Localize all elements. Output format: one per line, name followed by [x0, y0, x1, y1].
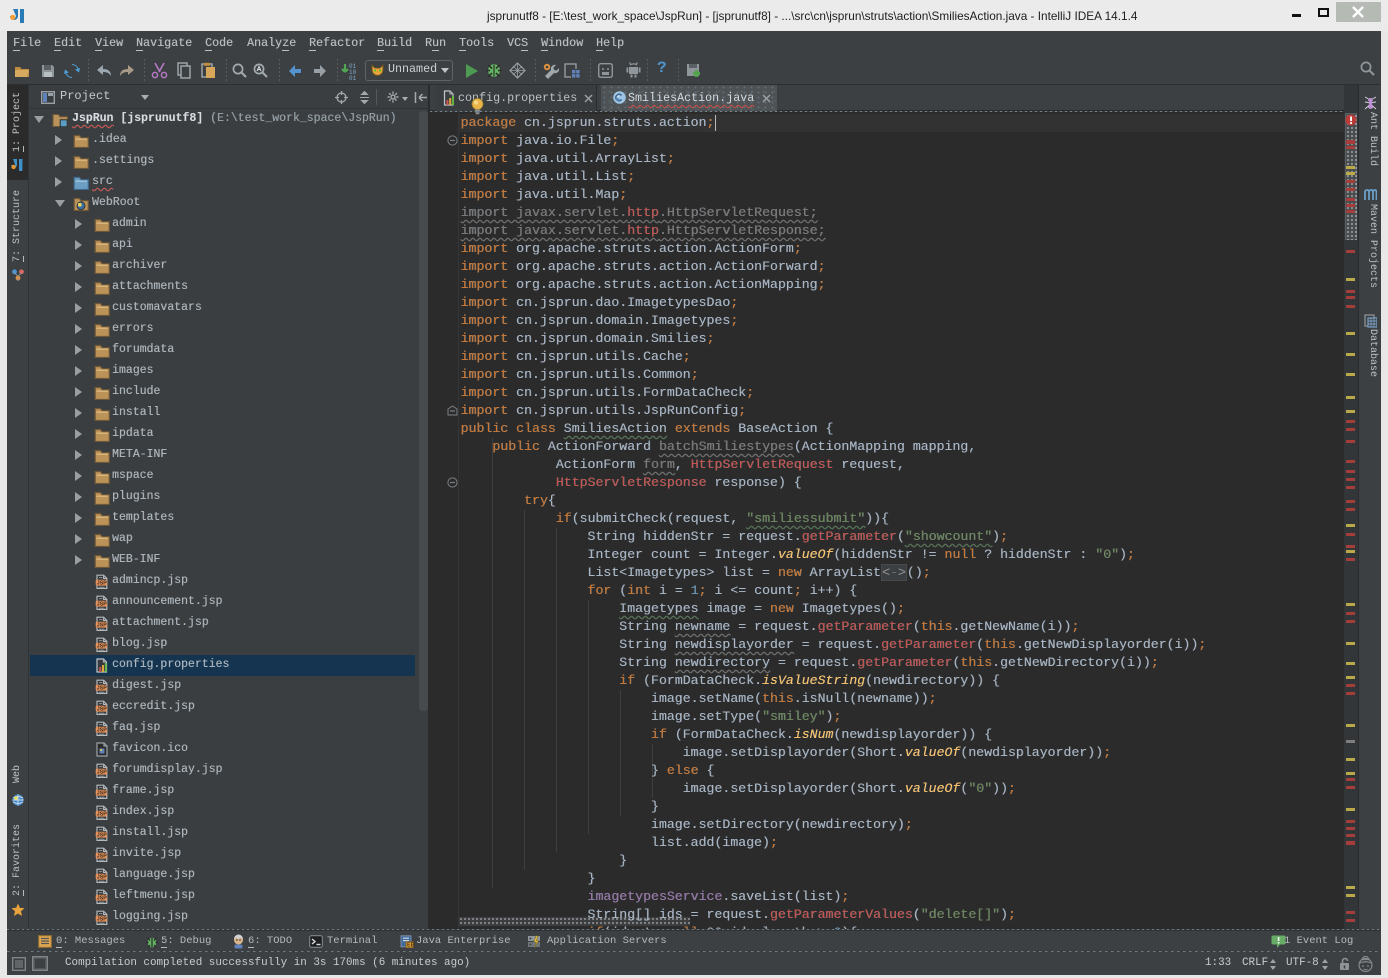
- svg-text:JSP: JSP: [97, 833, 107, 839]
- svg-text:01: 01: [349, 75, 357, 80]
- svg-text:JSP: JSP: [97, 917, 107, 923]
- svg-text:JSP: JSP: [97, 644, 107, 650]
- svg-text:JSP: JSP: [97, 791, 107, 797]
- svg-text:JSP: JSP: [97, 875, 107, 881]
- svg-text:JSP: JSP: [97, 770, 107, 776]
- svg-text:JSP: JSP: [97, 707, 107, 713]
- svg-text:JSP: JSP: [97, 581, 107, 587]
- svg-text:EE: EE: [407, 943, 414, 948]
- svg-text:JSP: JSP: [97, 686, 107, 692]
- svg-text:JSP: JSP: [97, 812, 107, 818]
- svg-text:JSP: JSP: [97, 896, 107, 902]
- svg-text:JSP: JSP: [97, 854, 107, 860]
- svg-text:JSP: JSP: [97, 623, 107, 629]
- svg-text:JSP: JSP: [97, 728, 107, 734]
- svg-text:JSP: JSP: [97, 602, 107, 608]
